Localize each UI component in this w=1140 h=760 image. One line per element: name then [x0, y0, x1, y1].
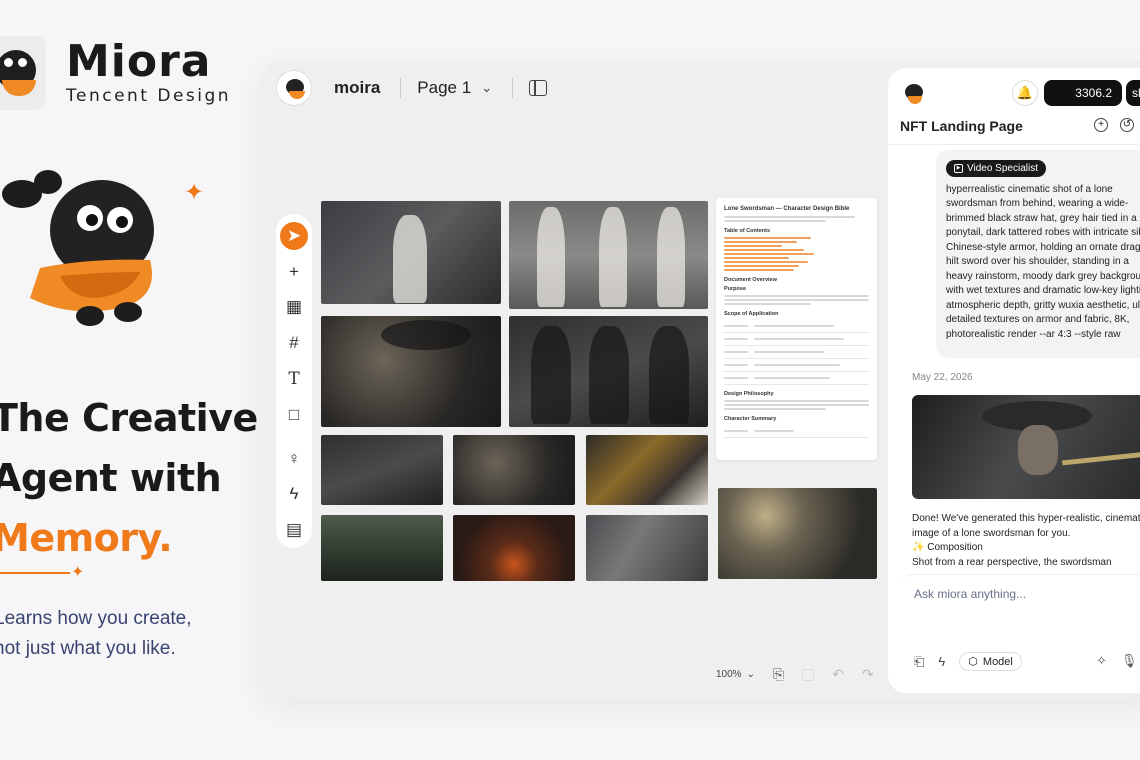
canvas-document[interactable]: Lone Swordsman — Character Design Bible … [716, 198, 877, 460]
brand-logo [0, 36, 46, 110]
agent-pill[interactable]: ▶ Video Specialist [946, 159, 1046, 177]
bell-icon[interactable]: 🔔 [1012, 80, 1038, 106]
brand-subtitle: Tencent Design [66, 86, 232, 106]
mascot-illustration [2, 170, 154, 326]
canvas-image-storm-battle[interactable] [718, 488, 877, 579]
accent-divider [0, 572, 70, 574]
model-label: Model [982, 655, 1013, 668]
doc-heading: Purpose [724, 286, 747, 292]
redo-icon[interactable]: ↷ [862, 666, 874, 683]
brand-name: Miora [66, 36, 212, 87]
microphone-icon[interactable]: 🎙 [1121, 653, 1138, 669]
composer-tools: ⎗ ϟ ⬡ Model [914, 652, 1022, 671]
top-bar-divider [512, 78, 514, 98]
layout-tool-icon[interactable]: ▤ [280, 516, 308, 544]
canvas-image-character-turnaround[interactable] [509, 201, 708, 309]
headline: The Creative Agent with Memory. [0, 388, 258, 568]
tagline: Learns how you create, not just what you… [0, 604, 192, 664]
user-prompt-bubble: ▶ Video Specialist hyperrealistic cinema… [936, 150, 1140, 358]
chat-title: NFT Landing Page [900, 118, 1023, 134]
canvas-bottom-bar: 100% ⌄ ⎘ ↶ ↷ [716, 666, 874, 683]
message-date: May 22, 2026 [912, 372, 973, 383]
canvas-image-gold-armor[interactable] [586, 435, 708, 505]
tool-rail: ➤ + ▦ # T □ ♀ ϟ ▤ [276, 214, 312, 548]
canvas-image-temple-fire[interactable] [453, 515, 575, 581]
credits-badge[interactable]: 3306.2 [1044, 80, 1122, 106]
sparkle-icon[interactable]: ✧ [1096, 653, 1107, 669]
headline-line-2: Agent with [0, 456, 222, 500]
doc-heading: Character Summary [724, 416, 777, 422]
doc-title: Lone Swordsman — Character Design Bible [724, 206, 850, 212]
new-chat-icon[interactable]: + [1094, 118, 1108, 132]
chat-input[interactable] [914, 587, 1114, 601]
reply-line: Shot from a rear perspective, the swords… [912, 556, 1112, 568]
zoom-label: 100% [716, 669, 742, 680]
history-icon[interactable]: ↺ [1120, 118, 1134, 132]
doc-heading: Scope of Application [724, 311, 779, 317]
chat-header-divider [888, 144, 1140, 145]
canvas-image-swordsman-turnaround[interactable] [509, 316, 708, 427]
reply-line: ✨ Composition [912, 542, 983, 553]
zoom-selector[interactable]: 100% ⌄ [716, 669, 755, 680]
undo-icon[interactable]: ↶ [832, 666, 844, 683]
generated-image[interactable] [912, 395, 1140, 499]
model-button[interactable]: ⬡ Model [959, 652, 1022, 671]
assistant-reply: Done! We've generated this hyper-realist… [912, 512, 1140, 570]
chevron-down-icon: ⌄ [481, 80, 493, 95]
chevron-down-icon: ⌄ [746, 669, 755, 680]
small-sparkle-icon: ✦ [71, 564, 85, 581]
composer-right-tools: ✧ 🎙 [1096, 653, 1137, 669]
canvas-image-weapon-sheet[interactable] [321, 435, 443, 505]
attach-icon[interactable]: ⎗ [914, 654, 924, 670]
workspace-avatar[interactable] [276, 70, 312, 106]
composer: ⎗ ϟ ⬡ Model ✧ 🎙 [900, 574, 1140, 680]
canvas-image-armor-sheet[interactable] [453, 435, 575, 505]
canvas-image-rain-closeup[interactable] [586, 515, 708, 581]
top-bar-divider [400, 78, 402, 98]
share-button[interactable]: sh [1126, 80, 1140, 106]
canvas-image-forest-scene[interactable] [321, 515, 443, 581]
rectangle-tool-icon[interactable]: □ [280, 401, 308, 429]
doc-heading: Table of Contents [724, 228, 771, 234]
user-prompt-text: hyperrealistic cinematic shot of a lone … [946, 183, 1140, 340]
agent-pill-label: Video Specialist [967, 162, 1038, 174]
bolt-icon[interactable]: ϟ [938, 654, 945, 669]
doc-heading: Design Philosophy [724, 391, 774, 397]
frame-tool-icon[interactable]: # [280, 329, 308, 357]
page-selector-label: Page 1 [417, 78, 472, 97]
checkbox-icon[interactable] [802, 668, 815, 681]
reply-line: image of a lone swordsman for you. [912, 527, 1071, 539]
bulb-tool-icon[interactable]: ♀ [280, 445, 308, 473]
sidebar-toggle-icon[interactable] [529, 80, 548, 96]
headline-line-1: The Creative [0, 396, 258, 440]
reply-line: Done! We've generated this hyper-realist… [912, 513, 1140, 524]
plus-tool-icon[interactable]: + [280, 258, 308, 286]
clipboard-icon[interactable]: ⎘ [773, 666, 784, 683]
canvas-image-hooded-swordswoman[interactable] [321, 201, 501, 304]
top-bar: moira Page 1 ⌄ [276, 70, 548, 106]
page-selector[interactable]: Page 1 ⌄ [417, 78, 492, 98]
tagline-line-2: not just what you like. [0, 638, 176, 659]
brand-lockup: Miora Tencent Design [0, 36, 231, 110]
text-tool-icon[interactable]: T [280, 365, 308, 393]
tagline-line-1: Learns how you create, [0, 608, 192, 629]
grid-tool-icon[interactable]: ▦ [280, 294, 308, 322]
cube-icon: ⬡ [968, 656, 978, 668]
video-icon: ▶ [954, 163, 963, 173]
doc-heading: Document Overview [724, 277, 777, 283]
chat-panel: 🔔 3306.2 sh NFT Landing Page + ↺ ▶ Video… [888, 68, 1140, 693]
canvas-image-swordsman-portrait[interactable] [321, 316, 501, 427]
project-name[interactable]: moira [334, 78, 380, 98]
select-tool-icon[interactable]: ➤ [280, 222, 308, 250]
sparkle-icon: ✦ [184, 179, 205, 206]
headline-accent: Memory. [0, 516, 173, 560]
bolt-tool-icon[interactable]: ϟ [280, 480, 308, 508]
